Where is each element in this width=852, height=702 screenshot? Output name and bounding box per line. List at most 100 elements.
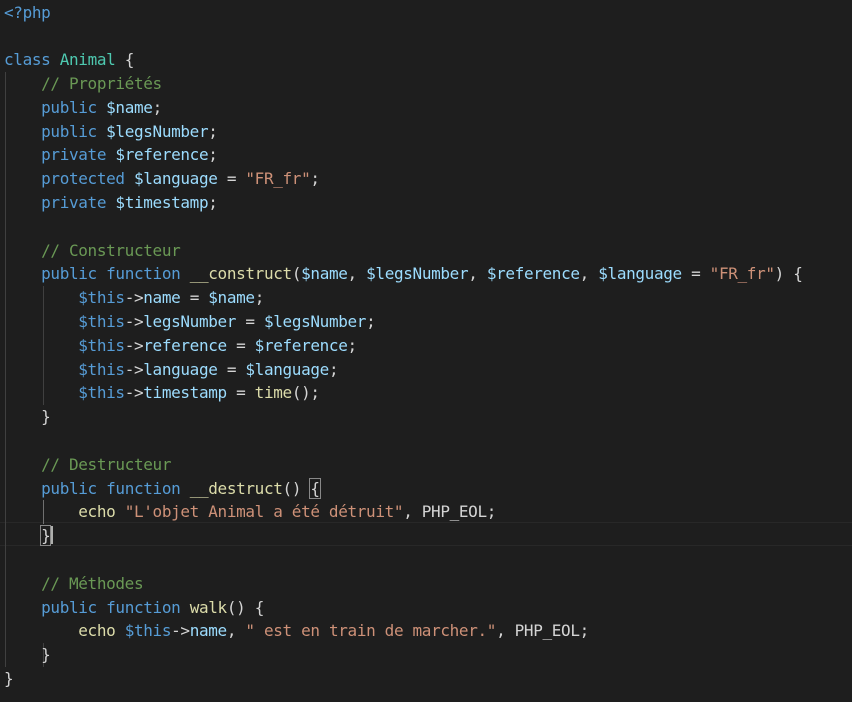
code-token: = [681,264,710,284]
code-line[interactable]: $this->language = $language; [4,358,338,382]
code-token: ; [208,121,218,141]
code-token: reference [143,335,227,355]
code-line[interactable]: // Méthodes [4,572,143,596]
code-line[interactable]: private $reference; [4,143,218,167]
code-token: ) { [774,264,803,284]
code-line[interactable]: } [4,524,52,548]
code-line[interactable]: } [4,405,51,429]
code-token: __construct [189,264,292,284]
code-token: $name [106,97,153,117]
code-token: public [41,121,97,141]
code-line[interactable]: echo $this->name, " est en train de marc… [4,619,589,643]
code-token: ; [208,145,218,165]
code-token: $language [245,359,329,379]
code-token: = [180,288,209,308]
code-token: echo [78,502,116,522]
code-token: __destruct [189,478,283,498]
code-token: ; [208,192,218,212]
code-token: language [143,359,218,379]
code-line[interactable]: } [4,667,14,691]
code-line[interactable]: class Animal { [4,48,134,72]
code-token: name [143,288,181,308]
code-token: ; [254,288,265,308]
code-token: public [41,478,97,498]
code-line[interactable]: private $timestamp; [4,191,218,215]
code-line[interactable]: public function __destruct() { [4,477,321,501]
code-token: $legsNumber [366,264,469,284]
code-line[interactable]: public $name; [4,96,162,120]
code-line[interactable]: // Destructeur [4,453,171,477]
code-line[interactable]: } [4,643,51,667]
code-token: $this [78,311,125,331]
code-line[interactable]: echo "L'objet Animal a été détruit", PHP… [4,500,496,524]
code-token: , [226,621,246,641]
code-line[interactable]: public $legsNumber; [4,120,218,144]
code-token: ; [347,335,358,355]
code-token: -> [124,359,144,379]
code-line[interactable]: // Constructeur [4,239,181,263]
code-token: = [217,359,246,379]
code-token: $language [598,264,682,284]
code-token: } [40,525,52,547]
code-token: public [41,97,97,117]
code-token: "FR_fr" [245,169,311,189]
code-line[interactable]: $this->timestamp = time(); [4,381,320,405]
code-editor[interactable]: <?php class Animal { // Propriétés public… [0,0,852,702]
code-line[interactable]: protected $language = "FR_fr"; [4,167,320,191]
code-token: () [282,478,311,498]
code-line[interactable]: // Propriétés [4,72,162,96]
code-line[interactable]: <?php [4,1,51,25]
code-token: "L'objet Animal a été détruit" [124,502,404,522]
code-token: $name [208,288,255,308]
code-token: function [106,478,181,498]
code-comment: // Méthodes [41,573,144,593]
code-line[interactable]: public function walk() { [4,596,264,620]
code-token: timestamp [143,383,227,403]
code-token: ; [328,359,339,379]
code-token: $this [124,621,172,641]
code-token: -> [124,383,144,403]
code-token: } [4,668,14,688]
code-token: $name [301,264,348,284]
code-token: private [41,145,107,165]
code-line[interactable]: public function __construct($name, $legs… [4,262,803,286]
code-token: = [226,383,255,403]
code-line[interactable]: $this->reference = $reference; [4,334,357,358]
code-token: function [106,264,181,284]
code-token: "FR_fr" [709,264,775,284]
code-line[interactable]: $this->name = $name; [4,286,264,310]
code-token: , PHP_EOL; [403,502,497,522]
current-line-highlight [0,522,852,546]
code-token: public [41,264,97,284]
code-token: (); [291,383,320,403]
code-comment: // Constructeur [41,240,181,260]
code-token: -> [171,621,190,641]
code-token: $legsNumber [263,311,367,331]
code-token: , [579,264,599,284]
code-token: , PHP_EOL; [496,621,589,641]
code-line[interactable]: $this->legsNumber = $legsNumber; [4,310,375,334]
code-token: ; [310,169,320,189]
code-token: $timestamp [115,192,209,212]
code-token: name [189,621,227,641]
